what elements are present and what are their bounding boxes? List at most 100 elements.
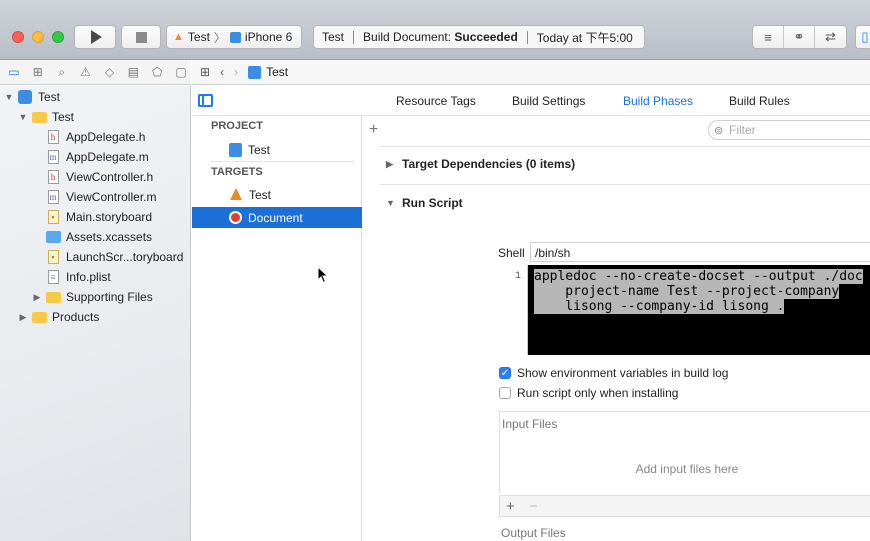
symbol-navigator-icon[interactable]: ⊞ — [28, 63, 48, 81]
target-item-document[interactable]: Document — [192, 207, 362, 228]
add-build-phase-button[interactable]: + — [369, 121, 378, 139]
disclosure-down-icon[interactable]: ▼ — [386, 198, 395, 208]
source-file-icon: m — [47, 190, 59, 204]
project-navigator-icon[interactable]: ▭ — [4, 63, 24, 81]
navigator-item[interactable]: m AppDelegate.m — [0, 147, 191, 167]
navigator-item[interactable]: ▶ Products — [0, 307, 191, 327]
issue-navigator-icon[interactable]: ⚠ — [76, 63, 96, 81]
project-icon — [17, 90, 33, 104]
target-item-test[interactable]: Test — [192, 184, 362, 205]
storyboard-icon: ▪ — [45, 250, 61, 264]
test-navigator-icon[interactable]: ◇ — [100, 63, 120, 81]
run-button[interactable] — [74, 25, 116, 49]
plist-file-icon: ≡ — [45, 270, 61, 284]
shell-label: Shell — [498, 246, 525, 260]
version-editor-icon[interactable]: ⇄ — [815, 26, 846, 48]
add-input-file-button[interactable]: + — [506, 498, 515, 515]
navigator-item[interactable]: ▪ Main.storyboard — [0, 207, 191, 227]
app-target-icon — [229, 188, 243, 201]
navigator-item-label: ViewController.h — [66, 170, 154, 184]
line-number: 1 — [500, 265, 528, 355]
activity-status: Succeeded — [454, 30, 518, 44]
navigator-item[interactable]: h AppDelegate.h — [0, 127, 191, 147]
debug-navigator-icon[interactable]: ▤ — [123, 63, 143, 81]
jump-bar-title[interactable]: Test — [248, 65, 288, 79]
zoom-window-button[interactable] — [52, 31, 64, 43]
project-navigator: ▼ Test ▼ Test h AppDelegate.h m AppDelegate.m h V… — [0, 86, 191, 541]
navigator-item[interactable]: h ViewController.h — [0, 167, 191, 187]
project-editor-tabs: Resource Tags Build Settings Build Phase… — [192, 86, 870, 116]
disclosure-right-icon[interactable]: ▶ — [32, 292, 42, 303]
report-navigator-icon[interactable]: ▢ — [171, 63, 191, 81]
related-items-icon[interactable]: ⊞ — [200, 65, 210, 79]
standard-editor-icon[interactable]: ≡ — [753, 26, 784, 48]
scheme-selector[interactable]: ▲ Test 〉 iPhone 6 — [166, 25, 302, 49]
build-phases-editor: + Filter ▶ Target Dependencies (0 items)… — [363, 116, 870, 541]
navigator-item[interactable]: Assets.xcassets — [0, 227, 191, 247]
navigator-item[interactable]: ▼ Test — [0, 107, 191, 127]
app-target-icon: ▲ — [173, 31, 184, 43]
find-navigator-icon[interactable]: ⌕ — [52, 63, 72, 81]
tab-build-settings[interactable]: Build Settings — [512, 94, 585, 108]
tab-build-phases[interactable]: Build Phases — [623, 94, 693, 108]
folder-icon — [31, 110, 47, 124]
aggregate-target-icon — [229, 211, 242, 224]
input-files-title: Input Files — [502, 417, 558, 431]
chevron-right-icon: 〉 — [213, 30, 226, 45]
show-env-vars-checkbox[interactable]: ✓ — [499, 367, 511, 379]
close-window-button[interactable] — [12, 31, 24, 43]
disclosure-right-icon[interactable]: ▶ — [18, 312, 28, 323]
jump-bar-title-label: Test — [266, 65, 289, 79]
folder-icon — [31, 310, 47, 324]
forward-arrow-icon[interactable]: › — [234, 65, 238, 79]
assistant-editor-icon[interactable]: ⚭ — [784, 26, 815, 48]
disclosure-right-icon[interactable]: ▶ — [386, 159, 394, 170]
show-env-vars-option[interactable]: ✓ Show environment variables in build lo… — [499, 366, 728, 380]
navigator-item[interactable]: ≡ Info.plist — [0, 267, 191, 287]
run-only-installing-option[interactable]: Run script only when installing — [499, 386, 678, 400]
tab-build-rules[interactable]: Build Rules — [729, 94, 790, 108]
minimize-window-button[interactable] — [32, 31, 44, 43]
navigator-item[interactable]: ▪ LaunchScr...toryboard — [0, 247, 191, 267]
divider — [353, 30, 355, 44]
script-line-1: appledoc --no-create-docset --output ./d… — [534, 269, 863, 284]
target-dependencies-label: Target Dependencies (0 items) — [402, 157, 576, 171]
project-item[interactable]: Test — [192, 139, 362, 160]
script-code[interactable]: appledoc --no-create-docset --output ./d… — [534, 269, 863, 314]
navigator-item[interactable]: m ViewController.m — [0, 187, 191, 207]
sidebar-toggle-icon[interactable] — [198, 94, 213, 107]
input-files-toolbar: + − — [499, 495, 870, 517]
target-dependencies-phase[interactable]: ▶ Target Dependencies (0 items) — [386, 157, 575, 171]
navigator-item-label: Info.plist — [66, 270, 111, 284]
navigator-toggle-icon[interactable]: ▯ — [856, 26, 870, 48]
storyboard-icon: ▪ — [45, 210, 61, 224]
view-toggle-control[interactable]: ▯ — [855, 25, 870, 49]
script-editor[interactable]: 1 appledoc --no-create-docset --output .… — [500, 265, 870, 355]
disclosure-down-icon[interactable]: ▼ — [4, 92, 14, 102]
input-files-placeholder: Add input files here — [635, 462, 739, 476]
tab-resource-tags[interactable]: Resource Tags — [396, 94, 476, 108]
target-test-label: Test — [249, 187, 272, 202]
navigator-item-label: Test — [38, 90, 61, 104]
input-files-list[interactable]: Input Files Add input files here — [499, 411, 870, 493]
disclosure-down-icon[interactable]: ▼ — [18, 112, 28, 122]
asset-catalog-icon — [45, 230, 61, 244]
divider — [380, 184, 870, 185]
header-file-icon: h — [45, 130, 61, 144]
activity-project: Test — [322, 30, 345, 44]
window-toolbar: ▲ Test 〉 iPhone 6 Test Build Document: S… — [0, 0, 870, 60]
stop-button[interactable] — [121, 25, 161, 49]
remove-input-file-button[interactable]: − — [529, 498, 538, 515]
navigator-item[interactable]: ▼ Test — [0, 87, 191, 107]
back-arrow-icon[interactable]: ‹ — [220, 65, 224, 79]
run-only-installing-checkbox[interactable] — [499, 387, 511, 399]
navigator-item[interactable]: ▶ Supporting Files — [0, 287, 191, 307]
navigator-item-label: AppDelegate.m — [66, 150, 149, 164]
shell-input[interactable]: /bin/sh — [530, 242, 870, 262]
breakpoint-navigator-icon[interactable]: ⬠ — [147, 63, 167, 81]
run-script-phase[interactable]: ▼ Run Script — [386, 196, 463, 210]
editor-mode-control[interactable]: ≡ ⚭ ⇄ — [752, 25, 847, 49]
navigator-item-label: Assets.xcassets — [66, 230, 153, 244]
navigator-item-label: ViewController.m — [66, 190, 157, 204]
filter-field[interactable]: Filter — [708, 120, 870, 140]
